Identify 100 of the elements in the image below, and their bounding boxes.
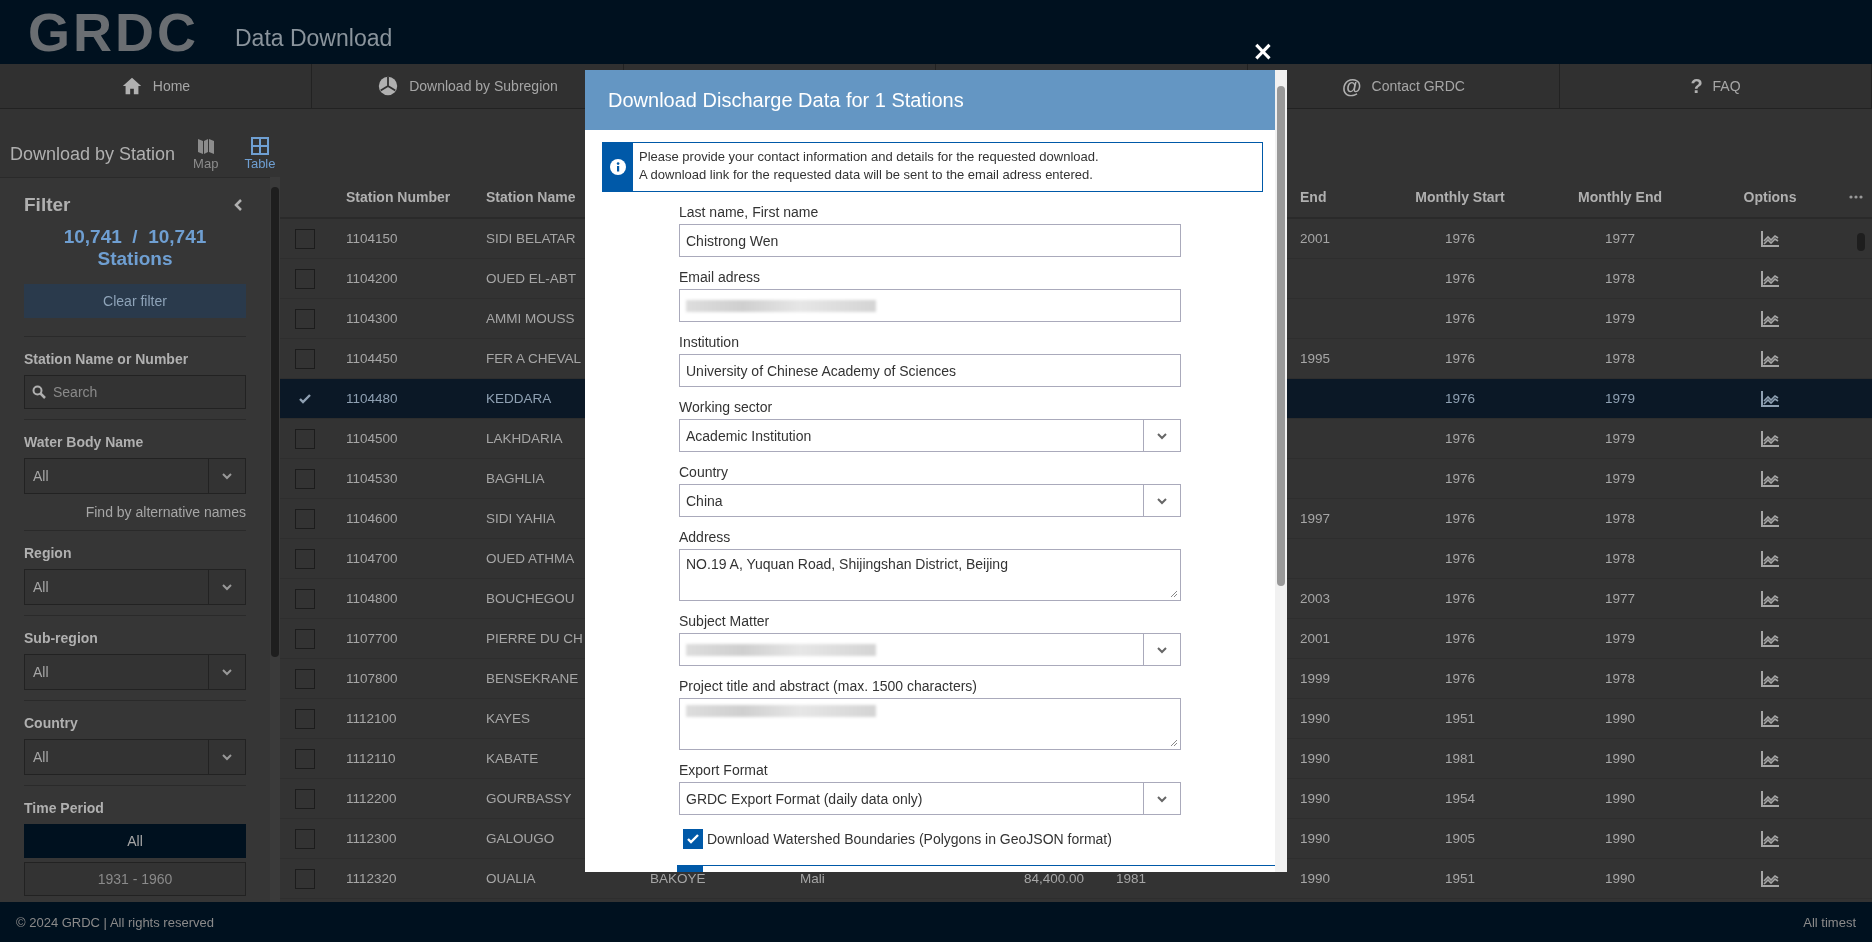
table-cell: SIDI YAHIA	[486, 511, 556, 526]
table-cell: 1981	[1116, 871, 1147, 886]
checkbox-label: Download Watershed Boundaries (Polygons in GeoJSON format)	[707, 831, 1112, 847]
table-cell: 1976	[1444, 671, 1475, 686]
table-cell: FER A CHEVAL	[486, 351, 582, 366]
table-cell: 1979	[1604, 431, 1635, 446]
table-cell: 1990	[1604, 751, 1635, 766]
table-cell: GOURBASSY	[486, 791, 572, 806]
table-cell: OUED EL-ABT	[486, 271, 577, 286]
table-cell: 1978	[1604, 351, 1635, 366]
table-cell: 1976	[1444, 631, 1475, 646]
table-cell: 1990	[1604, 831, 1635, 846]
footer-note: All timest	[1803, 914, 1856, 930]
table-cell: 2001	[1300, 231, 1331, 246]
table-cell: 84,400.00	[1023, 871, 1084, 886]
table-cell: 1981	[1444, 751, 1475, 766]
table-cell: 1976	[1444, 471, 1475, 486]
table-cell: 1104300	[346, 311, 398, 326]
table-cell: 1990	[1300, 711, 1331, 726]
table-cell: 1954	[1444, 791, 1475, 806]
table-cell: 1976	[1444, 391, 1475, 406]
app-title: Data Download	[235, 24, 393, 52]
table-cell: 1990	[1604, 791, 1635, 806]
table-cell: 1978	[1604, 271, 1635, 286]
filter-label: Water Body Name	[24, 434, 145, 450]
table-cell: 1999	[1300, 671, 1331, 686]
table-cell: 1978	[1604, 551, 1635, 566]
table-cell: GALOUGO	[486, 831, 555, 846]
table-cell: LAKHDARIA	[486, 431, 563, 446]
table-cell: BOUCHEGOU	[486, 591, 575, 606]
table-cell: OUALIA	[486, 871, 536, 886]
table-cell: 1976	[1444, 591, 1475, 606]
table-cell: 1977	[1604, 591, 1635, 606]
dialog-title: Download Discharge Data for 1 Stations	[608, 88, 964, 112]
table-cell: 1104450	[346, 351, 398, 366]
table-cell: 1905	[1444, 831, 1475, 846]
table-cell: 1979	[1604, 631, 1635, 646]
logo: GRDC	[28, 5, 199, 59]
filter-label: Station Name or Number	[24, 351, 190, 367]
info-message: Please provide your contact information and details for the requested download. A download link for the requested data will be sent to the email adress entered.	[638, 148, 1100, 184]
table-cell: 1976	[1444, 431, 1475, 446]
table-cell: 1112200	[346, 791, 397, 806]
table-cell: 1997	[1300, 511, 1331, 526]
field-label: Country	[679, 464, 730, 480]
filter-title: Filter	[24, 194, 71, 216]
table-cell: 1112100	[346, 711, 397, 726]
table-cell: 1978	[1604, 671, 1635, 686]
table-cell: 1112300	[346, 831, 397, 846]
table-cell: 1107700	[346, 631, 398, 646]
table-cell: 1995	[1300, 351, 1331, 366]
table-cell: AMMI MOUSS	[486, 311, 575, 326]
table-cell: 1990	[1300, 831, 1331, 846]
table-cell: 1979	[1604, 391, 1635, 406]
page-title: Download by Station	[10, 144, 176, 165]
filter-label: Region	[24, 545, 73, 561]
table-cell: 2001	[1300, 631, 1331, 646]
table-cell: 1104200	[346, 271, 398, 286]
table-cell: Mali	[800, 871, 825, 886]
table-cell: 1104600	[346, 511, 398, 526]
field-label: Project title and abstract (max. 1500 characters)	[679, 678, 979, 694]
table-cell: 1976	[1444, 511, 1475, 526]
table-cell: 1104530	[346, 471, 398, 486]
table-cell: 1976	[1444, 271, 1475, 286]
table-cell: 1977	[1604, 231, 1635, 246]
field-label: Working sector	[679, 399, 774, 415]
filter-label: Country	[24, 715, 79, 731]
table-cell: 1951	[1444, 871, 1475, 886]
field-label: Last name, First name	[679, 204, 820, 220]
table-cell: 1951	[1444, 711, 1475, 726]
table-cell: 1976	[1444, 231, 1475, 246]
filter-label: Time Period	[24, 800, 105, 816]
table-cell: 1976	[1444, 551, 1475, 566]
table-cell: 1990	[1300, 751, 1331, 766]
table-cell: 1104700	[346, 551, 398, 566]
table-cell: 1990	[1604, 711, 1635, 726]
table-cell: 1104480	[346, 391, 398, 406]
copyright-text: © 2024 GRDC | All rights reserved	[16, 914, 214, 930]
field-label: Address	[679, 529, 732, 545]
table-cell: 1104800	[346, 591, 398, 606]
table-cell: 1990	[1300, 871, 1331, 886]
table-cell: 1104150	[346, 231, 398, 246]
table-cell: KEDDARA	[486, 391, 552, 406]
table-cell: 1976	[1444, 311, 1475, 326]
table-cell: SIDI BELATAR	[486, 231, 576, 246]
table-cell: 2003	[1300, 591, 1331, 606]
table-cell: 1107800	[346, 671, 398, 686]
table-cell: KAYES	[486, 711, 531, 726]
table-cell: KABATE	[486, 751, 539, 766]
table-cell: 1112110	[346, 751, 396, 766]
table-cell: 1979	[1604, 471, 1635, 486]
table-cell: 1104500	[346, 431, 398, 446]
table-cell: OUED ATHMA	[486, 551, 575, 566]
station-count-label: Stations	[96, 248, 174, 270]
field-label: Email adress	[679, 269, 761, 285]
table-cell: BAKOYE	[650, 871, 706, 886]
table-cell: 1112320	[346, 871, 397, 886]
table-cell: 1990	[1300, 791, 1331, 806]
table-cell: PIERRE DU CH	[486, 631, 583, 646]
station-count: 10,741 / 10,741	[62, 226, 208, 248]
table-cell: 1990	[1604, 871, 1635, 886]
